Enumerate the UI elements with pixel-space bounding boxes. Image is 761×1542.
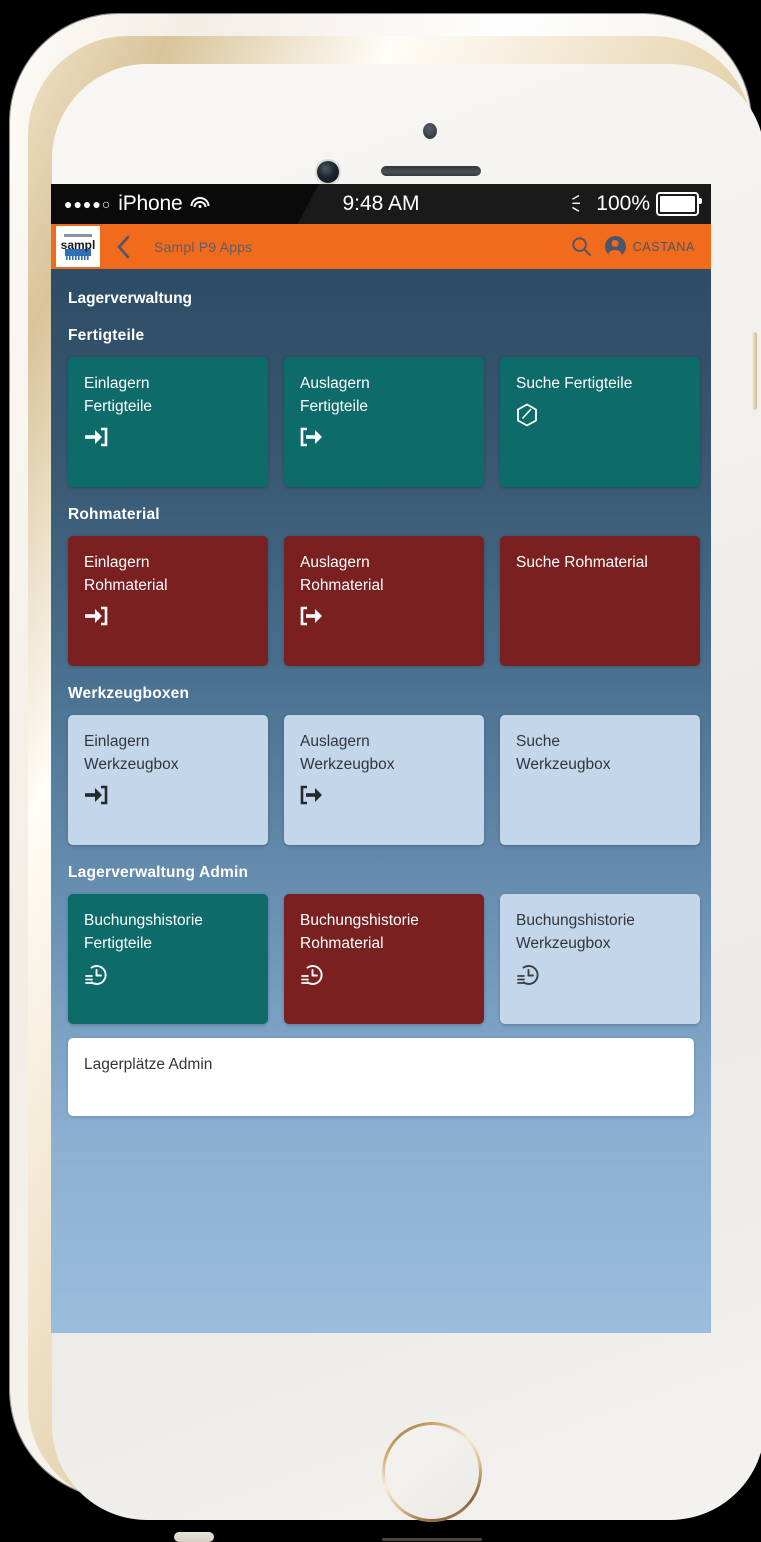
sign-in-arrow-icon <box>84 784 252 808</box>
tile-suche-werkzeugbox[interactable]: Suche Werkzeugbox <box>500 715 700 845</box>
tile-suche-rohmaterial[interactable]: Suche Rohmaterial <box>500 536 700 666</box>
tile-label-line2: Rohmaterial <box>84 577 168 594</box>
tile-suche-fertigteile[interactable]: Suche Fertigteile <box>500 357 700 487</box>
group-header-rohmaterial: Rohmaterial <box>51 487 711 524</box>
tile-label-line2: Rohmaterial <box>300 577 384 594</box>
bottom-speaker-grille <box>174 1532 214 1542</box>
chevron-left-icon <box>116 235 130 259</box>
sign-in-arrow-icon <box>84 426 252 450</box>
search-button[interactable] <box>570 235 594 259</box>
group-title: Lagerverwaltung Admin <box>68 864 711 882</box>
tile-label-line1: Suche Fertigteile <box>516 375 632 392</box>
tile-auslagern-fertigteile[interactable]: Auslagern Fertigteile <box>284 357 484 487</box>
tile-label-line2: Werkzeugbox <box>516 935 610 952</box>
tile-einlagern-rohmaterial[interactable]: Einlagern Rohmaterial <box>68 536 268 666</box>
tile-label-line2: Werkzeugbox <box>84 756 178 773</box>
tile-label-line1: Buchungshistorie <box>516 912 635 929</box>
earpiece-speaker <box>381 166 481 176</box>
lightning-port <box>382 1538 482 1541</box>
front-camera <box>317 161 339 183</box>
search-icon <box>571 236 592 257</box>
tile-scroll-area[interactable]: Lagerverwaltung Fertigteile Einlagern Fe… <box>51 269 711 1333</box>
tile-label-line1: Suche <box>516 733 560 750</box>
tile-label-line2: Werkzeugbox <box>516 756 610 773</box>
tile-label-line1: Einlagern <box>84 554 150 571</box>
tile-row-rohmaterial: Einlagern Rohmaterial Auslagern <box>51 536 711 666</box>
tile-row-fertigteile: Einlagern Fertigteile Auslagern <box>51 357 711 487</box>
tile-label-line1: Auslagern <box>300 733 370 750</box>
tile-label-line2: Fertigteile <box>300 398 368 415</box>
power-button[interactable] <box>752 332 757 410</box>
sign-in-arrow-icon <box>84 605 252 629</box>
svg-text:sampl: sampl <box>61 238 96 252</box>
tile-label-line1: Lagerplätze Admin <box>84 1056 212 1073</box>
tile-label-line2: Werkzeugbox <box>300 756 394 773</box>
back-button[interactable] <box>106 224 140 269</box>
group-header-werkzeugboxen: Werkzeugboxen <box>51 666 711 703</box>
status-bar: ●●●●○ iPhone 9:48 AM 🗧 100% <box>51 184 711 224</box>
battery-icon <box>656 192 699 216</box>
home-button[interactable] <box>382 1422 482 1522</box>
app-title: Sampl P9 Apps <box>154 239 252 255</box>
app-header-bar: sampl Sampl P9 Apps CASTANA <box>51 224 711 269</box>
page-content: Lagerverwaltung Fertigteile Einlagern Fe… <box>51 269 711 1333</box>
tile-row-admin: Buchungshistorie Fertigteile Buchungshis… <box>51 894 711 1024</box>
group-title: Werkzeugboxen <box>68 685 711 703</box>
user-menu[interactable]: CASTANA <box>605 236 695 257</box>
user-name-label: CASTANA <box>633 240 695 254</box>
tile-auslagern-rohmaterial[interactable]: Auslagern Rohmaterial <box>284 536 484 666</box>
group-header-fertigteile: Fertigteile <box>51 308 711 345</box>
tile-label-line2: Rohmaterial <box>300 935 384 952</box>
tile-label-line1: Einlagern <box>84 375 150 392</box>
app-bar-actions: CASTANA <box>570 235 711 259</box>
history-clock-icon <box>516 963 684 987</box>
user-avatar-icon <box>605 236 626 257</box>
tile-auslagern-werkzeugbox[interactable]: Auslagern Werkzeugbox <box>284 715 484 845</box>
bluetooth-icon: 🗧 <box>571 195 590 214</box>
group-title: Rohmaterial <box>68 506 711 524</box>
tile-buchungshistorie-fertigteile[interactable]: Buchungshistorie Fertigteile <box>68 894 268 1024</box>
tile-label-line1: Suche Rohmaterial <box>516 554 648 571</box>
hexagon-box-icon <box>516 403 684 427</box>
history-clock-icon <box>300 963 468 987</box>
tile-einlagern-fertigteile[interactable]: Einlagern Fertigteile <box>68 357 268 487</box>
group-title: Fertigteile <box>68 327 711 345</box>
tile-label-line1: Auslagern <box>300 375 370 392</box>
sign-out-arrow-icon <box>300 784 468 808</box>
tile-label-line2: Fertigteile <box>84 398 152 415</box>
tile-einlagern-werkzeugbox[interactable]: Einlagern Werkzeugbox <box>68 715 268 845</box>
tile-label-line1: Einlagern <box>84 733 150 750</box>
tile-buchungshistorie-rohmaterial[interactable]: Buchungshistorie Rohmaterial <box>284 894 484 1024</box>
sign-out-arrow-icon <box>300 426 468 450</box>
tile-label-line1: Auslagern <box>300 554 370 571</box>
tile-label-line1: Buchungshistorie <box>300 912 419 929</box>
group-header-lagerverwaltung-admin: Lagerverwaltung Admin <box>51 845 711 882</box>
proximity-sensor <box>423 123 437 139</box>
status-bar-right: 🗧 100% <box>571 192 711 216</box>
tile-lagerplaetze-admin[interactable]: Lagerplätze Admin <box>68 1038 694 1116</box>
sampl-logo[interactable]: sampl <box>56 226 100 267</box>
battery-percent-label: 100% <box>596 192 650 216</box>
history-clock-icon <box>84 963 252 987</box>
tile-row-werkzeugboxen: Einlagern Werkzeugbox Auslagern <box>51 715 711 845</box>
tile-buchungshistorie-werkzeugbox[interactable]: Buchungshistorie Werkzeugbox <box>500 894 700 1024</box>
screenshot-stage: ●●●●○ iPhone 9:48 AM 🗧 100% <box>0 0 761 1512</box>
phone-screen: ●●●●○ iPhone 9:48 AM 🗧 100% <box>51 184 711 1333</box>
tile-label-line2: Fertigteile <box>84 935 152 952</box>
page-title: Lagerverwaltung <box>51 269 711 308</box>
tile-label-line1: Buchungshistorie <box>84 912 203 929</box>
sign-out-arrow-icon <box>300 605 468 629</box>
